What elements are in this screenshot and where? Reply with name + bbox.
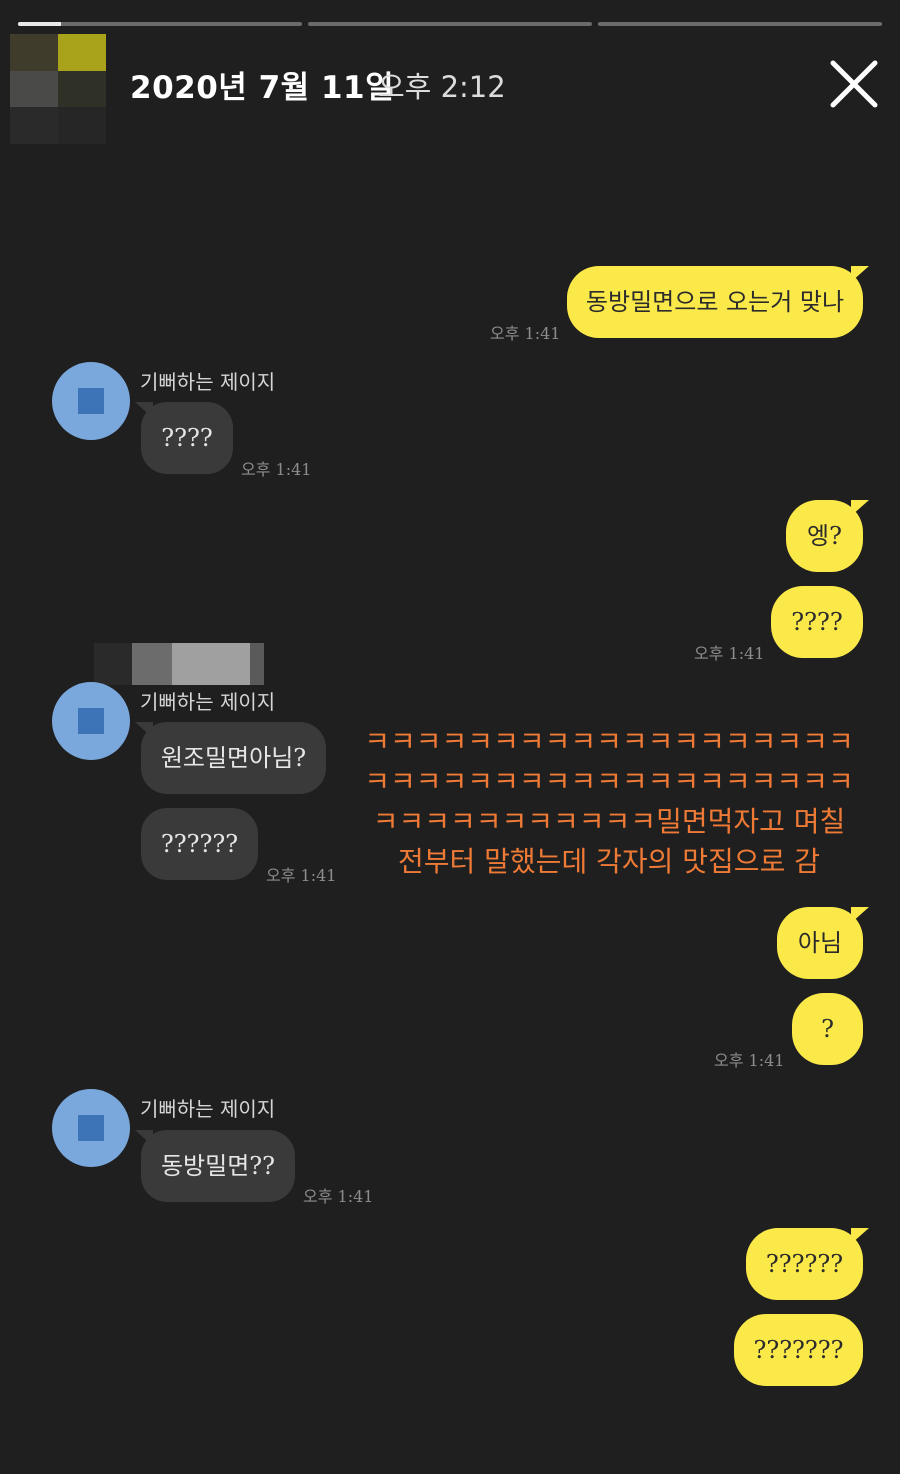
message-timestamp: 오후 1:41: [241, 460, 312, 479]
progress-segment-2: [308, 22, 592, 26]
outgoing-message: ??????: [746, 1228, 869, 1300]
outgoing-message: ????: [771, 586, 863, 658]
profile-avatar-icon[interactable]: [52, 362, 130, 440]
outgoing-message: 동방밀면으로 오는거 맞나: [567, 266, 869, 338]
outgoing-message: 아님: [777, 907, 869, 979]
story-date: 2020년 7월 11일: [130, 70, 395, 106]
story-user-avatar[interactable]: [10, 34, 106, 144]
profile-avatar-icon[interactable]: [52, 1089, 130, 1167]
incoming-message: ??????: [141, 808, 258, 880]
progress-segment-1: [18, 22, 302, 26]
message-timestamp: 오후 1:41: [714, 1051, 785, 1070]
story-time: 오후 2:12: [378, 70, 506, 104]
message-timestamp: 오후 1:41: [694, 644, 765, 663]
story-progress-bar: [18, 22, 882, 26]
message-timestamp: 오후 1:41: [266, 866, 337, 885]
message-timestamp: 오후 1:41: [490, 324, 561, 343]
outgoing-message: 엥?: [786, 500, 869, 572]
progress-segment-3: [598, 22, 882, 26]
message-timestamp: 오후 1:41: [303, 1187, 374, 1206]
story-caption: ㅋㅋㅋㅋㅋㅋㅋㅋㅋㅋㅋㅋㅋㅋㅋㅋㅋㅋㅋㅋㅋㅋㅋㅋㅋㅋㅋㅋㅋㅋㅋㅋㅋㅋㅋㅋㅋㅋㅋㅋ…: [364, 725, 854, 878]
progress-fill: [18, 22, 61, 26]
sender-name: 기뻐하는 제이지: [140, 690, 276, 714]
close-icon: [830, 60, 878, 108]
profile-avatar-icon[interactable]: [52, 682, 130, 760]
sender-name: 기뻐하는 제이지: [140, 1097, 276, 1121]
outgoing-message: ???????: [734, 1314, 863, 1386]
outgoing-message: ?: [792, 993, 863, 1065]
sender-name: 기뻐하는 제이지: [140, 370, 276, 394]
incoming-message: 원조밀면아님?: [135, 722, 326, 794]
incoming-message: ????: [135, 402, 233, 474]
incoming-message: 동방밀면??: [135, 1130, 295, 1202]
close-button[interactable]: [826, 56, 882, 112]
censored-area: [94, 643, 264, 685]
